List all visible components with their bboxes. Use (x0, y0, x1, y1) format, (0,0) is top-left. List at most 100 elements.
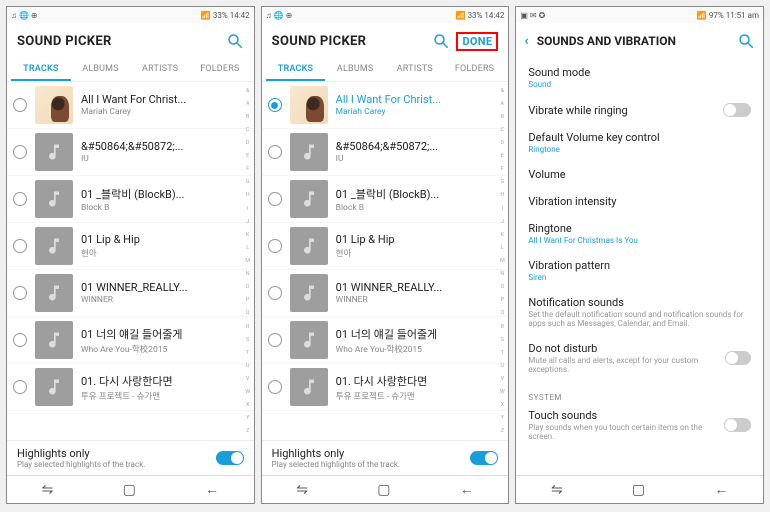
highlights-toggle[interactable] (216, 451, 244, 465)
track-row[interactable]: 01. 다시 사랑한다면투유 프로젝트 - 슈가맨 (262, 364, 509, 411)
nav-recent[interactable]: ⇋ (551, 482, 563, 498)
toggle[interactable] (723, 103, 751, 117)
track-title: All I Want For Christ... (81, 93, 248, 106)
album-art (290, 86, 328, 124)
nav-recent[interactable]: ⇋ (296, 482, 308, 498)
nav-recent[interactable]: ⇋ (42, 482, 54, 498)
track-row[interactable]: 01 _블락비 (BlockB)...Block B (7, 176, 254, 223)
track-row[interactable]: 01 너의 얘길 들어줄게Who Are You-학校2015 (262, 317, 509, 364)
tab-tracks[interactable]: TRACKS (11, 59, 71, 81)
search-icon[interactable] (432, 32, 450, 50)
search-icon[interactable] (737, 32, 755, 50)
status-left-icons: ♫ 🌐 ⊕ (11, 11, 38, 20)
track-artist: 투유 프로젝트 - 슈가맨 (81, 390, 248, 402)
track-row[interactable]: 01 Lip & Hip현아 (262, 223, 509, 270)
track-title: 01 너의 얘길 들어줄게 (336, 326, 503, 342)
settings-row[interactable]: Sound modeSound (528, 59, 751, 96)
section-label: SYSTEM (528, 393, 751, 402)
music-note-icon (35, 274, 73, 312)
track-row[interactable]: &#50864;&#50872;...IU (7, 129, 254, 176)
radio-button[interactable] (268, 98, 282, 112)
track-row[interactable]: 01 WINNER_REALLY...WINNER (7, 270, 254, 317)
track-list[interactable]: All I Want For Christ...Mariah Carey&#50… (262, 82, 509, 440)
tab-tracks[interactable]: TRACKS (266, 59, 326, 81)
settings-row[interactable]: Notification soundsSet the default notif… (528, 289, 751, 335)
alpha-scroller[interactable]: &ABCDEFGHIJKLMNOPQRSTUVWXYZ (243, 84, 253, 438)
radio-button[interactable] (268, 145, 282, 159)
music-note-icon (35, 368, 73, 406)
track-title: 01 Lip & Hip (336, 233, 503, 246)
radio-button[interactable] (13, 239, 27, 253)
track-title: 01 WINNER_REALLY... (81, 281, 248, 294)
track-row[interactable]: 01 Lip & Hip현아 (7, 223, 254, 270)
radio-button[interactable] (13, 145, 27, 159)
track-row[interactable]: All I Want For Christ...Mariah Carey (7, 82, 254, 129)
radio-button[interactable] (268, 286, 282, 300)
radio-button[interactable] (13, 286, 27, 300)
track-row[interactable]: 01. 다시 사랑한다면투유 프로젝트 - 슈가맨 (7, 364, 254, 411)
settings-row[interactable]: Touch soundsPlay sounds when you touch c… (528, 402, 751, 448)
tab-artists[interactable]: ARTISTS (130, 59, 190, 81)
tab-albums[interactable]: ALBUMS (325, 59, 385, 81)
track-row[interactable]: &#50864;&#50872;...IU (262, 129, 509, 176)
tab-artists[interactable]: ARTISTS (385, 59, 445, 81)
tab-folders[interactable]: FOLDERS (190, 59, 250, 81)
radio-button[interactable] (13, 380, 27, 394)
back-icon[interactable]: ‹ (524, 33, 528, 49)
highlights-title: Highlights only (17, 447, 145, 460)
settings-header: ‹ SOUNDS AND VIBRATION (516, 23, 763, 59)
nav-home[interactable]: ▢ (632, 482, 645, 498)
nav-bar: ⇋ ▢ ← (7, 475, 254, 503)
radio-button[interactable] (268, 380, 282, 394)
music-note-icon (290, 180, 328, 218)
highlights-toggle[interactable] (470, 451, 498, 465)
radio-button[interactable] (13, 333, 27, 347)
track-title: 01 _블락비 (BlockB)... (336, 186, 503, 202)
settings-row[interactable]: Volume (528, 161, 751, 188)
alpha-scroller[interactable]: &ABCDEFGHIJKLMNOPQRSTUVWXYZ (497, 84, 507, 438)
nav-back[interactable]: ← (714, 481, 728, 498)
settings-row[interactable]: Vibration patternSiren (528, 252, 751, 289)
settings-row[interactable]: Vibrate while ringing (528, 96, 751, 124)
track-row[interactable]: 01 WINNER_REALLY...WINNER (262, 270, 509, 317)
toggle[interactable] (724, 418, 751, 432)
music-note-icon (35, 180, 73, 218)
track-artist: 현아 (336, 247, 503, 259)
settings-row[interactable]: Default Volume key controlRingtone (528, 124, 751, 161)
nav-back[interactable]: ← (205, 481, 219, 498)
track-row[interactable]: All I Want For Christ...Mariah Carey (262, 82, 509, 129)
status-bar: ♫ 🌐 ⊕ 📶 33% 14:42 (262, 7, 509, 23)
highlights-sub: Play selected highlights of the track. (17, 460, 145, 469)
tab-folders[interactable]: FOLDERS (445, 59, 505, 81)
music-note-icon (290, 321, 328, 359)
radio-button[interactable] (13, 98, 27, 112)
nav-bar: ⇋ ▢ ← (516, 475, 763, 503)
music-note-icon (35, 321, 73, 359)
done-button[interactable]: DONE (456, 32, 498, 51)
search-icon[interactable] (226, 32, 244, 50)
radio-button[interactable] (13, 192, 27, 206)
track-list[interactable]: All I Want For Christ...Mariah Carey&#50… (7, 82, 254, 440)
toggle[interactable] (725, 351, 751, 365)
music-note-icon (35, 227, 73, 265)
nav-back[interactable]: ← (460, 481, 474, 498)
phone-screen-2: ♫ 🌐 ⊕ 📶 33% 14:42 SOUND PICKER DONE TRAC… (261, 6, 510, 504)
track-artist: IU (81, 154, 248, 164)
track-title: &#50864;&#50872;... (81, 140, 248, 153)
page-title: SOUND PICKER (272, 34, 367, 49)
nav-home[interactable]: ▢ (123, 482, 136, 498)
radio-button[interactable] (268, 192, 282, 206)
settings-row[interactable]: Do not disturbMute all calls and alerts,… (528, 335, 751, 381)
settings-row[interactable]: RingtoneAll I Want For Christmas Is You (528, 215, 751, 252)
nav-home[interactable]: ▢ (377, 482, 390, 498)
tab-albums[interactable]: ALBUMS (71, 59, 131, 81)
track-row[interactable]: 01 _블락비 (BlockB)...Block B (262, 176, 509, 223)
settings-list[interactable]: Sound modeSoundVibrate while ringingDefa… (516, 59, 763, 475)
track-artist: 현아 (81, 247, 248, 259)
radio-button[interactable] (268, 333, 282, 347)
track-artist: Who Are You-학校2015 (81, 343, 248, 355)
track-row[interactable]: 01 너의 얘길 들어줄게Who Are You-학校2015 (7, 317, 254, 364)
highlights-row: Highlights only Play selected highlights… (7, 440, 254, 475)
settings-row[interactable]: Vibration intensity (528, 188, 751, 215)
radio-button[interactable] (268, 239, 282, 253)
